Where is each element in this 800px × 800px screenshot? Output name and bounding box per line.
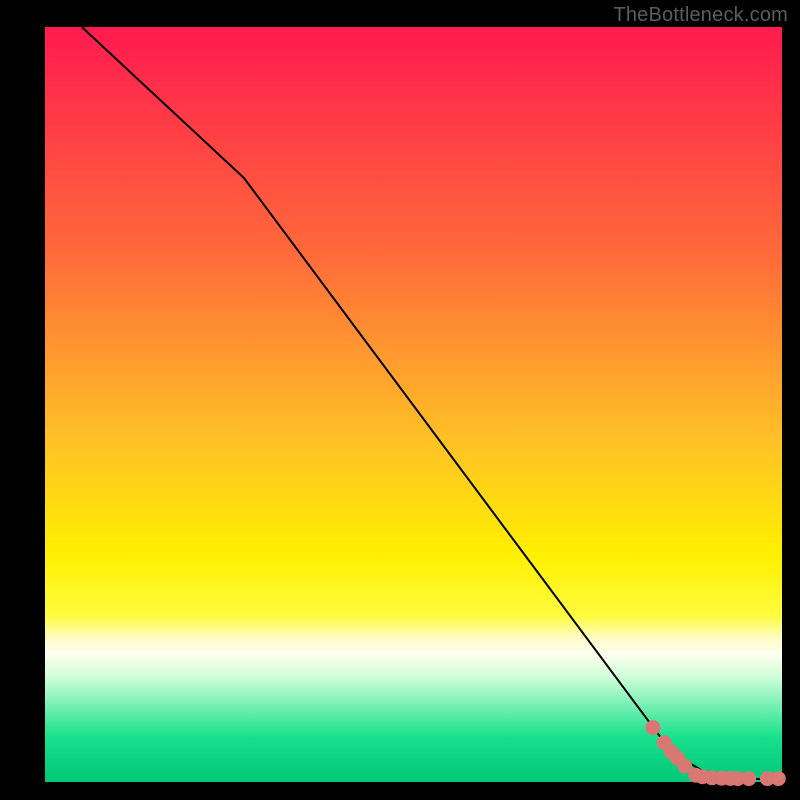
- data-point: [741, 771, 756, 786]
- data-point: [771, 771, 786, 786]
- chart-root: TheBottleneck.com: [0, 0, 800, 800]
- attribution-label: TheBottleneck.com: [613, 4, 788, 27]
- data-point: [646, 720, 661, 735]
- plot-svg: [0, 0, 800, 800]
